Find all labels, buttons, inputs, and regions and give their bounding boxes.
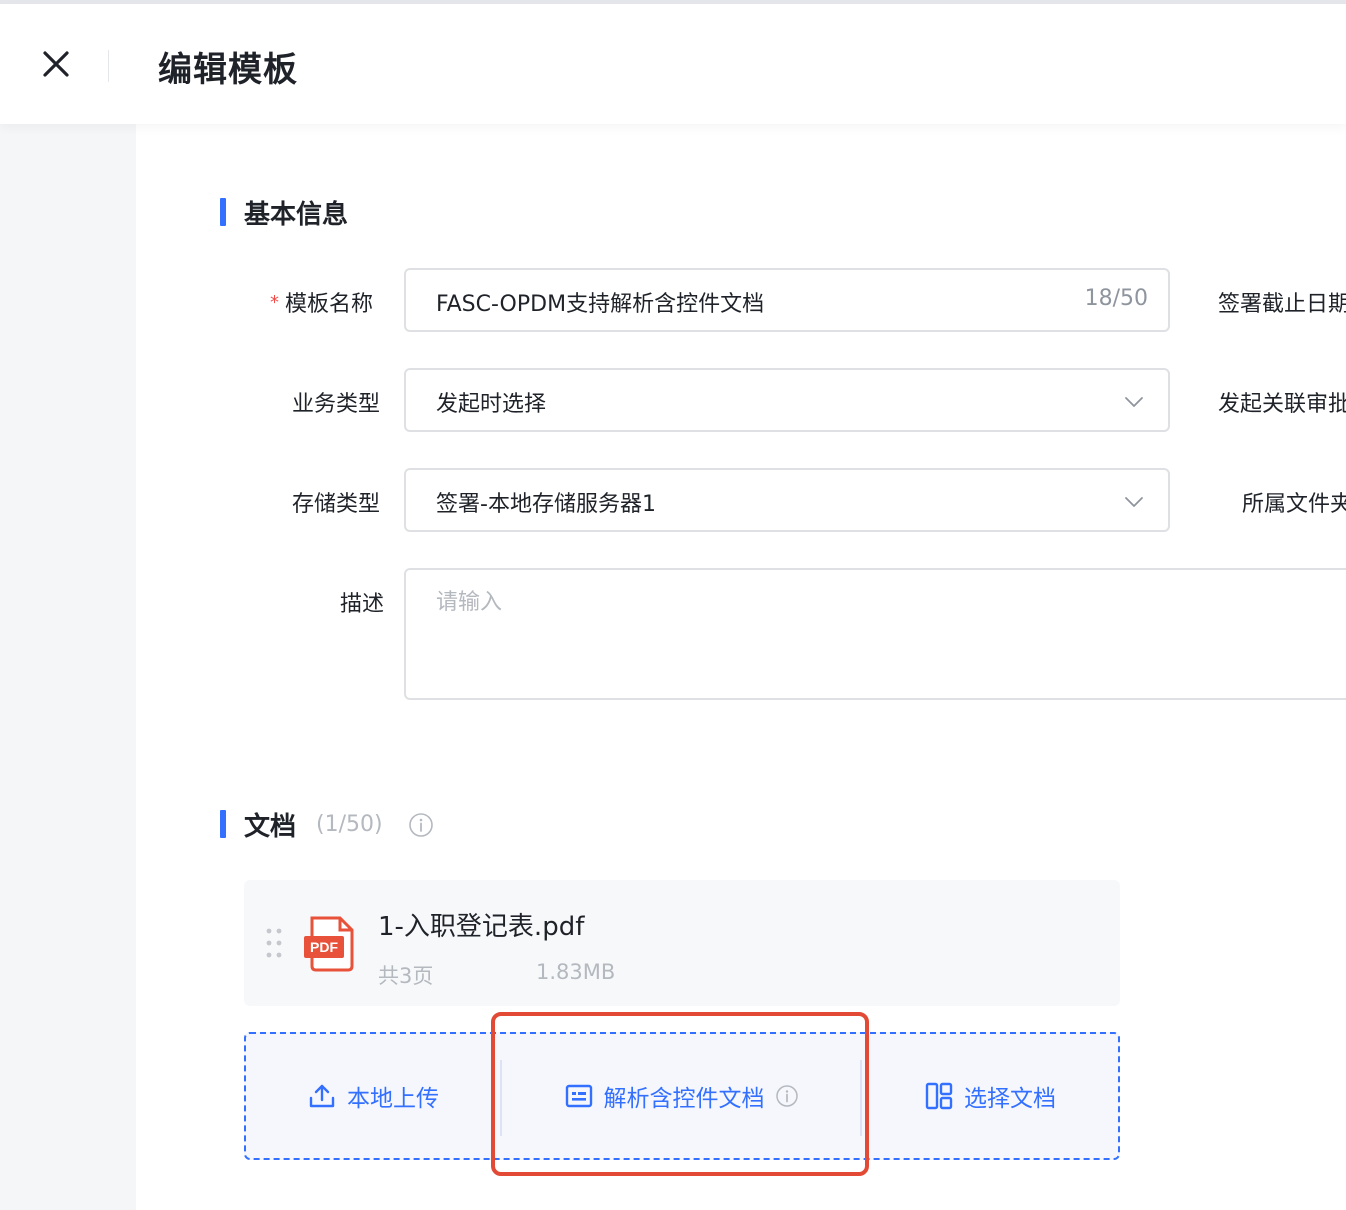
select-document-button[interactable]: 选择文档 <box>862 1034 1118 1158</box>
local-upload-label: 本地上传 <box>347 1086 439 1112</box>
pdf-file-icon: PDF <box>304 916 354 972</box>
approval-label: 发起关联审批 <box>1218 392 1346 417</box>
page-header: 编辑模板 <box>0 4 1346 124</box>
folder-label: 所属文件夹 <box>1242 492 1346 517</box>
document-card[interactable]: PDF 1-入职登记表.pdf 共3页 1.83MB <box>244 880 1120 1006</box>
char-count: 18/50 <box>1084 286 1148 311</box>
template-name-value: FASC-OPDM支持解析含控件文档 <box>436 292 765 317</box>
parse-controls-label: 解析含控件文档 <box>603 1086 765 1112</box>
docs-title: 文档 <box>244 812 297 842</box>
info-icon[interactable] <box>408 812 434 838</box>
chevron-down-icon <box>1125 497 1143 507</box>
business-type-select[interactable]: 发起时选择 <box>404 368 1170 432</box>
page-title: 编辑模板 <box>158 50 298 90</box>
section-marker <box>220 810 226 838</box>
business-type-value: 发起时选择 <box>436 392 547 417</box>
upload-actions: 本地上传 解析含控件文档 选择文档 <box>244 1032 1120 1160</box>
required-mark: * <box>270 292 279 313</box>
chevron-down-icon <box>1125 397 1143 407</box>
document-name: 1-入职登记表.pdf <box>378 912 585 942</box>
description-textarea[interactable]: 请输入 <box>404 568 1346 700</box>
info-icon[interactable] <box>775 1084 799 1108</box>
template-name-input[interactable]: FASC-OPDM支持解析含控件文档 18/50 <box>404 268 1170 332</box>
close-button[interactable] <box>36 44 76 84</box>
description-label: 描述 <box>340 592 385 617</box>
drag-handle-icon[interactable] <box>266 928 282 958</box>
storage-type-label: 存储类型 <box>292 492 381 517</box>
section-marker <box>220 198 226 226</box>
storage-type-value: 签署-本地存储服务器1 <box>436 492 656 517</box>
deadline-label: 签署截止日期 <box>1218 292 1346 317</box>
layout-panels-icon <box>925 1082 953 1110</box>
header-divider <box>108 50 109 82</box>
select-document-label: 选择文档 <box>964 1086 1056 1112</box>
local-upload-button[interactable]: 本地上传 <box>246 1034 500 1158</box>
template-name-label-text: 模板名称 <box>285 292 374 317</box>
left-sidebar <box>0 124 136 1210</box>
parse-controls-button[interactable]: 解析含控件文档 <box>502 1034 860 1158</box>
form-document-icon <box>565 1084 592 1108</box>
description-placeholder: 请输入 <box>436 590 503 615</box>
pdf-badge-text: PDF <box>310 939 338 955</box>
business-type-label: 业务类型 <box>292 392 381 417</box>
document-size: 1.83MB <box>536 960 616 984</box>
docs-count: (1/50) <box>316 812 383 837</box>
document-pages: 共3页 <box>378 964 434 988</box>
basic-info-title: 基本信息 <box>244 200 349 230</box>
template-name-label: * 模板名称 <box>270 286 373 318</box>
storage-type-select[interactable]: 签署-本地存储服务器1 <box>404 468 1170 532</box>
close-icon <box>43 51 69 77</box>
upload-icon <box>309 1084 335 1108</box>
